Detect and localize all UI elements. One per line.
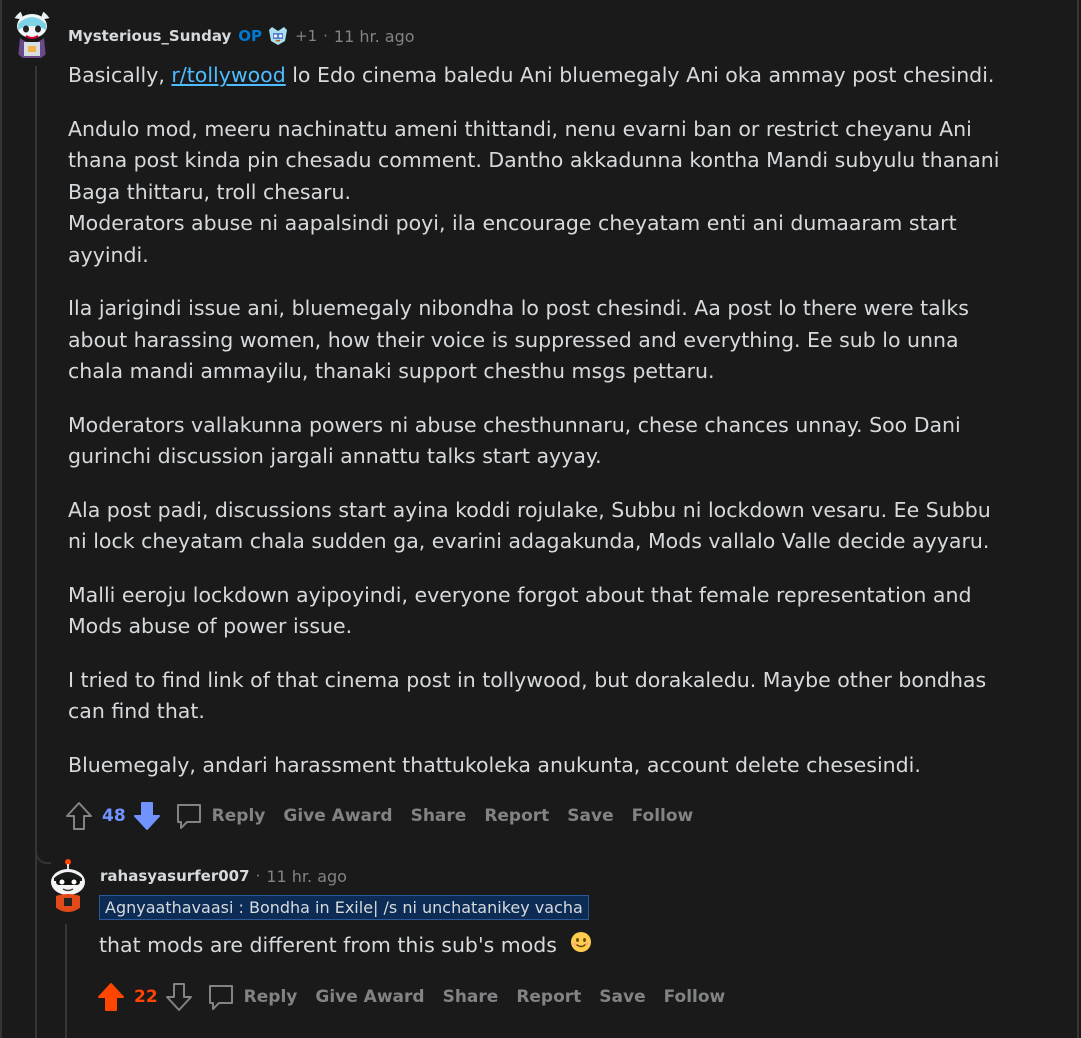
save-button[interactable]: Save (599, 987, 645, 1007)
paragraph: Malli eeroju lockdown ayipoyindi, everyo… (68, 582, 972, 639)
report-button[interactable]: Report (484, 806, 549, 826)
text: lo Edo cinema baledu Ani bluemegaly Ani … (285, 63, 995, 87)
follow-button[interactable]: Follow (632, 806, 694, 826)
comment-text: that mods are different from this sub's … (99, 933, 557, 957)
paragraph: I tried to find link of that cinema post… (68, 667, 987, 724)
op-badge: OP (238, 27, 263, 45)
slightly-smiling-face-icon (570, 931, 592, 962)
vote-score: 48 (102, 806, 126, 826)
avatar[interactable] (10, 8, 54, 60)
paragraph: Bluemegaly, andari harassment thattukole… (68, 752, 921, 777)
paragraph: Basically, r/tollywood lo Edo cinema bal… (68, 60, 1008, 92)
user-flair: Agnyaathavaasi : Bondha in Exile| /s ni … (99, 895, 589, 920)
comment-body: Basically, r/tollywood lo Edo cinema bal… (68, 60, 1008, 803)
award-count: +1 (295, 27, 318, 45)
paragraph: Ala post padi, discussions start ayina k… (68, 497, 991, 554)
comment-actions: 22 Reply Give Award Share Report Save Fo… (96, 979, 725, 1015)
avatar-image (14, 10, 50, 58)
reply-button[interactable]: Reply (174, 801, 266, 831)
thread-branch (35, 848, 51, 864)
downvote-icon[interactable] (132, 799, 162, 833)
paragraph: Ila jarigindi issue ani, bluemegaly nibo… (68, 296, 969, 383)
comment-icon (208, 985, 233, 1010)
subreddit-link[interactable]: r/tollywood (171, 63, 285, 87)
paragraph: Moderators vallakunna powers ni abuse ch… (68, 412, 961, 469)
share-button[interactable]: Share (443, 987, 499, 1007)
save-button[interactable]: Save (567, 806, 613, 826)
timestamp[interactable]: 11 hr. ago (266, 867, 347, 886)
comment-body: that mods are different from this sub's … (99, 930, 592, 962)
comment-header: Mysterious_Sunday OP +1 · 11 hr. ago (68, 24, 415, 48)
child-thread-line[interactable] (65, 924, 67, 1038)
comment-header: rahasyasurfer007 · 11 hr. ago (100, 864, 347, 888)
right-border (1077, 0, 1079, 1038)
separator: · (255, 867, 261, 885)
username[interactable]: rahasyasurfer007 (100, 867, 250, 885)
text: Andulo mod, meeru nachinattu ameni thitt… (68, 116, 1000, 204)
share-button[interactable]: Share (411, 806, 467, 826)
text: Basically, (68, 63, 172, 87)
reply-button[interactable]: Reply (206, 982, 298, 1012)
report-button[interactable]: Report (516, 987, 581, 1007)
follow-button[interactable]: Follow (664, 987, 726, 1007)
upvote-icon[interactable] (64, 799, 94, 833)
give-award-button[interactable]: Give Award (315, 987, 424, 1007)
timestamp[interactable]: 11 hr. ago (334, 27, 415, 46)
give-award-button[interactable]: Give Award (283, 806, 392, 826)
paragraph: Andulo mod, meeru nachinattu ameni thitt… (68, 114, 1008, 272)
separator: · (323, 27, 328, 45)
upvote-icon[interactable] (96, 980, 126, 1014)
reply-label: Reply (243, 987, 298, 1007)
reply-label: Reply (211, 806, 266, 826)
left-border (0, 0, 2, 1038)
username[interactable]: Mysterious_Sunday (68, 27, 231, 45)
comment-icon (176, 804, 201, 829)
award-icon[interactable] (267, 25, 289, 47)
thread-line[interactable] (35, 66, 37, 1038)
avatar[interactable] (46, 858, 90, 912)
downvote-icon[interactable] (164, 980, 194, 1014)
avatar-image (51, 859, 85, 912)
comment-actions: 48 Reply Give Award Share Report Save Fo… (64, 798, 693, 834)
text: Moderators abuse ni aapalsindi poyi, ila… (68, 211, 957, 267)
vote-score: 22 (134, 987, 158, 1007)
